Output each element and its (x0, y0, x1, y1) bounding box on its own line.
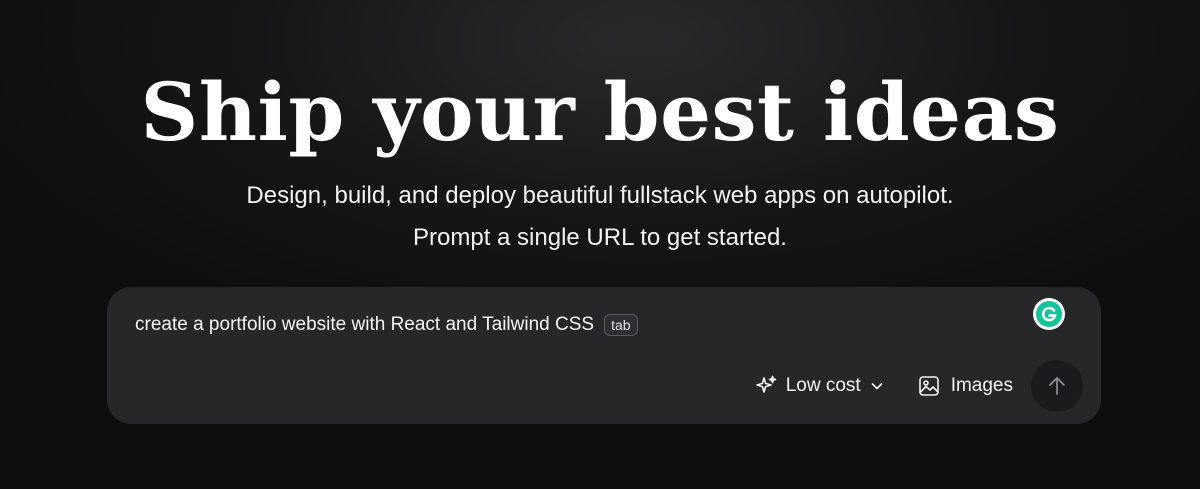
hero-title: Ship your best ideas (140, 65, 1060, 159)
grammarly-icon[interactable] (1032, 297, 1066, 331)
send-button[interactable] (1031, 360, 1083, 412)
prompt-suggestion-text: create a portfolio website with React an… (135, 314, 595, 335)
chevron-down-icon (869, 378, 885, 394)
tab-hint-badge: tab (604, 314, 638, 336)
arrow-up-icon (1045, 374, 1069, 398)
hero-subtitle-line-1: Design, build, and deploy beautiful full… (246, 182, 954, 209)
hero-subtitle: Design, build, and deploy beautiful full… (0, 175, 1200, 259)
hero-subtitle-line-2: Prompt a single URL to get started. (413, 224, 787, 251)
prompt-box[interactable]: create a portfolio website with React an… (107, 287, 1101, 424)
model-select[interactable]: Low cost (754, 374, 885, 398)
model-select-label: Low cost (785, 375, 861, 396)
images-button-label: Images (950, 375, 1013, 396)
prompt-input[interactable]: create a portfolio website with React an… (135, 314, 638, 336)
image-icon (917, 374, 941, 398)
sparkle-icon (754, 374, 778, 398)
prompt-controls: Low cost Images (754, 360, 1083, 412)
images-button[interactable]: Images (917, 374, 1013, 398)
